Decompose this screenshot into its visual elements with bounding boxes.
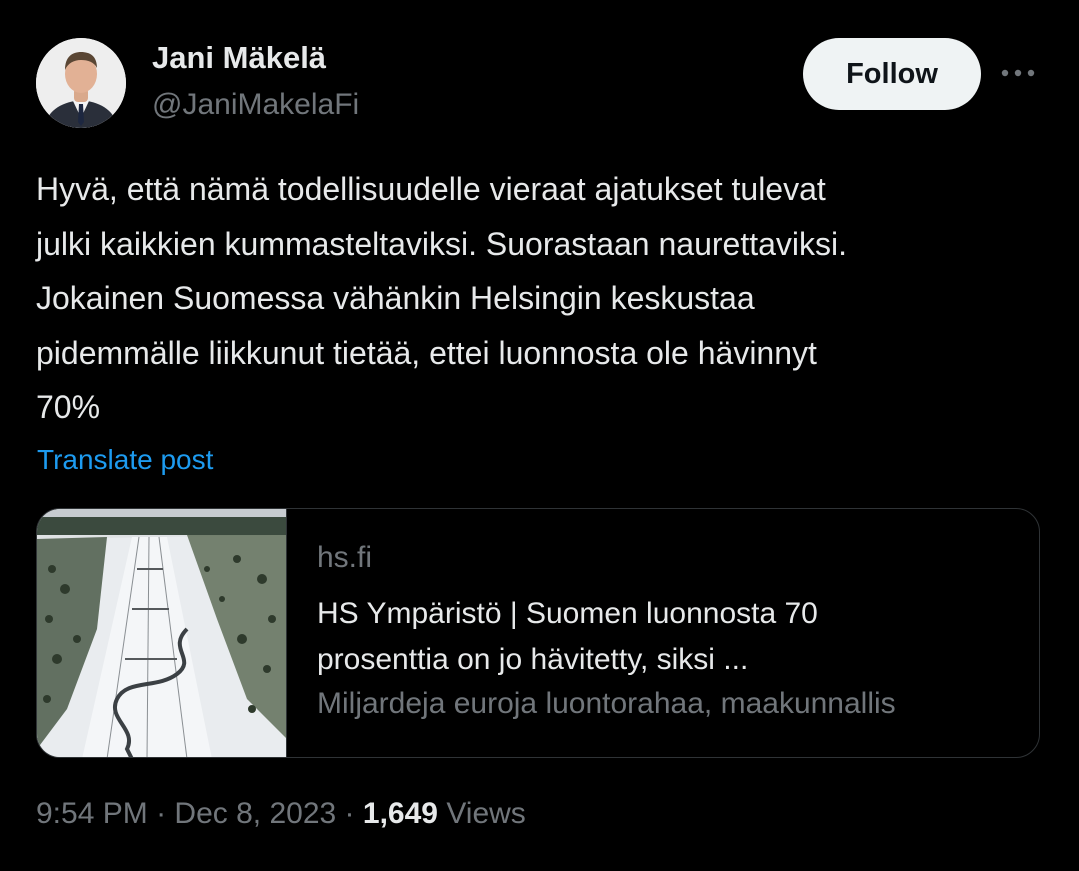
- follow-button[interactable]: Follow: [803, 38, 981, 110]
- post-time[interactable]: 9:54 PM: [36, 797, 148, 830]
- author-avatar[interactable]: [36, 38, 126, 128]
- translate-post-link[interactable]: Translate post: [37, 444, 213, 476]
- link-card-title: HS Ympäristö | Suomen luonnosta 70 prose…: [317, 591, 1027, 683]
- post-meta: 9:54 PM · Dec 8, 2023 · 1,649 Views: [36, 797, 526, 831]
- author-handle[interactable]: @JaniMakelaFi: [152, 88, 359, 122]
- post-date[interactable]: Dec 8, 2023: [174, 797, 336, 830]
- link-preview-card[interactable]: hs.fi HS Ympäristö | Suomen luonnosta 70…: [36, 508, 1040, 758]
- link-card-domain: hs.fi: [317, 541, 373, 574]
- link-card-description: Miljardeja euroja luontorahaa, maakunnal…: [317, 687, 896, 720]
- link-card-title-line: prosenttia on jo hävitetty, siksi ...: [317, 643, 749, 676]
- more-horizontal-icon: [1001, 69, 1035, 77]
- link-card-title-line: HS Ympäristö | Suomen luonnosta 70: [317, 597, 818, 630]
- person-avatar-icon: [36, 38, 126, 128]
- meta-separator: ·: [344, 797, 355, 830]
- meta-separator: ·: [156, 797, 167, 830]
- tweet-container: Jani Mäkelä @JaniMakelaFi Follow Hyvä, e…: [0, 0, 1079, 871]
- more-options-button[interactable]: [996, 58, 1040, 88]
- post-text: Hyvä, että nämä todellisuudelle vieraat …: [36, 171, 847, 425]
- link-card-thumbnail: [37, 509, 287, 757]
- author-display-name[interactable]: Jani Mäkelä: [152, 40, 326, 76]
- views-count[interactable]: 1,649: [363, 797, 438, 830]
- views-label: Views: [446, 797, 526, 830]
